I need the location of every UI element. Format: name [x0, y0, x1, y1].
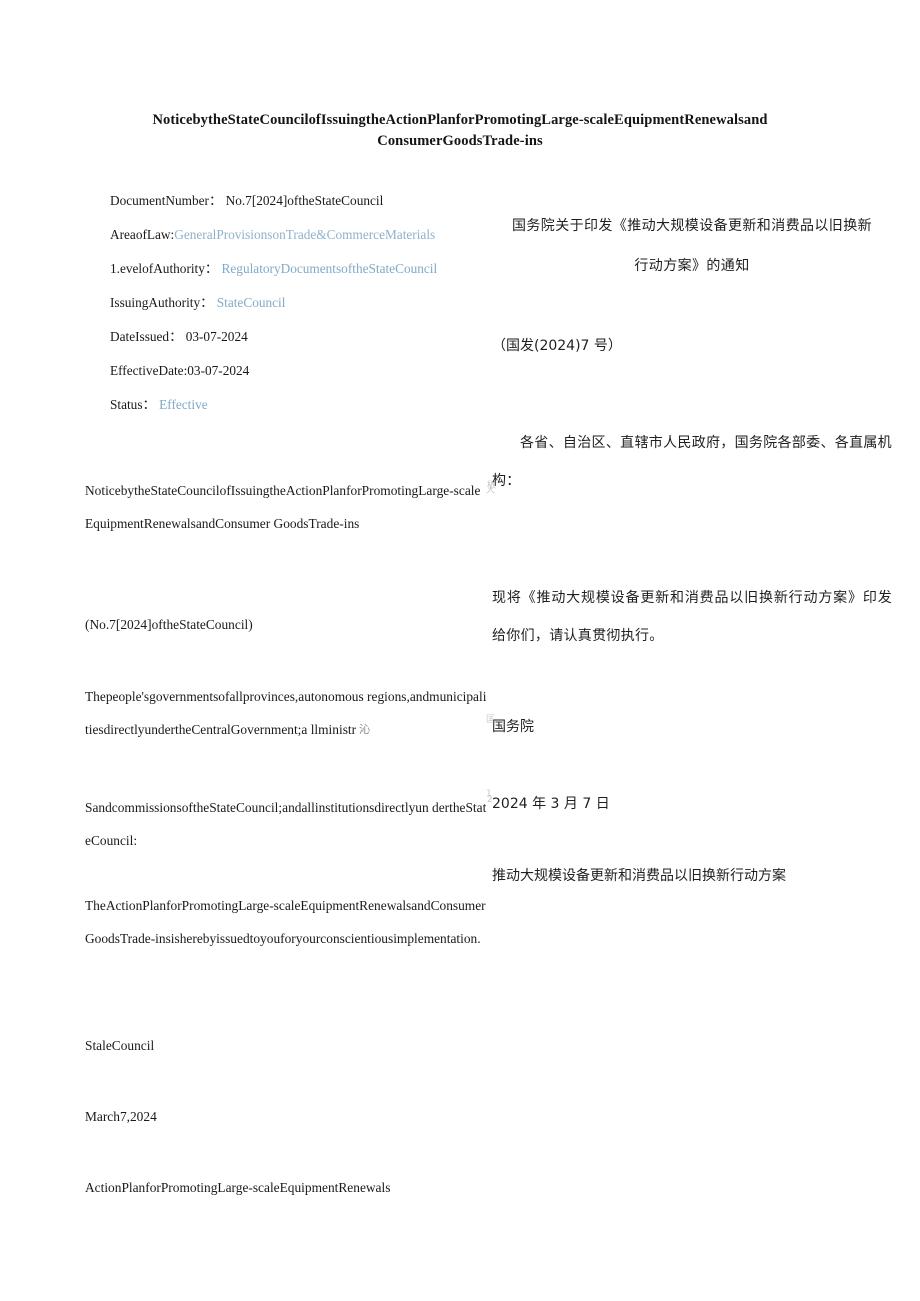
- metadata-label-status: Status：: [110, 397, 156, 412]
- english-issuance-paragraph: TheActionPlanforPromotingLarge-scaleEqui…: [85, 898, 486, 946]
- metadata-row-status: Status： Effective: [110, 397, 485, 413]
- metadata-list: DocumentNumber： No.7[2024]oftheStateCoun…: [110, 193, 485, 413]
- english-signature-authority: StaleCouncil: [85, 1038, 155, 1053]
- chinese-title-line-2: 行动方案》的通知: [634, 258, 750, 274]
- chinese-addressee: 各省、自治区、直辖市人民政府，国务院各部委、各直属机构：: [492, 435, 892, 489]
- metadata-row-document-number: DocumentNumber： No.7[2024]oftheStateCoun…: [110, 193, 485, 209]
- chinese-signature-date: 2024 年 3 月 7 日: [492, 796, 610, 812]
- english-attachment-title: ActionPlanforPromotingLarge-scaleEquipme…: [85, 1180, 391, 1195]
- metadata-value-effective-date: 03-07-2024: [187, 363, 250, 378]
- metadata-label-date-issued: DateIssued：: [110, 329, 183, 344]
- metadata-row-issuing-authority: IssuingAuthority： StateCouncil: [110, 295, 485, 311]
- english-document-number: (No.7[2024]oftheStateCouncil): [85, 617, 253, 632]
- page-title-line-2: ConsumerGoodsTrade-ins: [377, 133, 543, 149]
- chinese-document-number: （国发(2024)7 号）: [492, 338, 622, 354]
- chinese-title-line-1: 国务院关于印发《推动大规模设备更新和消费品以旧换新: [512, 218, 872, 234]
- metadata-row-level-of-authority: 1.evelofAuthority： RegulatoryDocumentsof…: [110, 261, 485, 277]
- ocr-artifact-glyph-icon: 沁: [359, 723, 371, 736]
- metadata-label-effective-date: EffectiveDate:: [110, 363, 188, 378]
- status-badge: Effective: [159, 397, 208, 412]
- chinese-signature-authority: 国务院: [492, 719, 534, 735]
- metadata-value-document-number: No.7[2024]oftheStateCouncil: [225, 193, 384, 208]
- metadata-row-date-issued: DateIssued： 03-07-2024: [110, 329, 485, 345]
- metadata-link-level-of-authority[interactable]: RegulatoryDocumentsoftheStateCouncil: [222, 261, 438, 276]
- document-page: NoticebytheStateCouncilofIssuingtheActio…: [0, 0, 920, 1301]
- metadata-label-level-of-authority: 1.evelofAuthority：: [110, 261, 219, 276]
- english-addressee-text-1: Thepeople'sgovernmentsofallprovinces,aut…: [85, 689, 487, 737]
- metadata-row-area-of-law: AreaofLaw:GeneralProvisionsonTrade&Comme…: [110, 227, 485, 243]
- page-title: NoticebytheStateCouncilofIssuingtheActio…: [130, 110, 790, 152]
- metadata-link-area-of-law[interactable]: GeneralProvisionsonTrade&CommerceMateria…: [174, 227, 435, 242]
- metadata-label-area-of-law: AreaofLaw:: [110, 227, 175, 242]
- page-title-line-1: NoticebytheStateCouncilofIssuingtheActio…: [152, 112, 768, 128]
- metadata-label-document-number: DocumentNumber：: [110, 193, 223, 208]
- chinese-attachment-title: 推动大规模设备更新和消费品以旧换新行动方案: [492, 868, 786, 884]
- chinese-issuance-paragraph: 现将《推动大规模设备更新和消费品以旧换新行动方案》印发给你们，请认真贯彻执行。: [492, 590, 892, 644]
- english-heading: NoticebytheStateCouncilofIssuingtheActio…: [85, 483, 481, 531]
- metadata-value-date-issued: 03-07-2024: [185, 329, 248, 344]
- english-addressee-part-2: SandcommissionsoftheStateCouncil;andalli…: [85, 800, 487, 848]
- english-addressee-part-1: Thepeople'sgovernmentsofallprovinces,aut…: [85, 680, 487, 746]
- english-signature-date: March7,2024: [85, 1109, 157, 1124]
- chinese-title: 国务院关于印发《推动大规模设备更新和消费品以旧换新 行动方案》的通知: [492, 206, 892, 286]
- metadata-row-effective-date: EffectiveDate:03-07-2024: [110, 363, 485, 379]
- metadata-label-issuing-authority: IssuingAuthority：: [110, 295, 214, 310]
- document-metadata-panel: DocumentNumber： No.7[2024]oftheStateCoun…: [85, 193, 485, 431]
- metadata-link-issuing-authority[interactable]: StateCouncil: [217, 295, 286, 310]
